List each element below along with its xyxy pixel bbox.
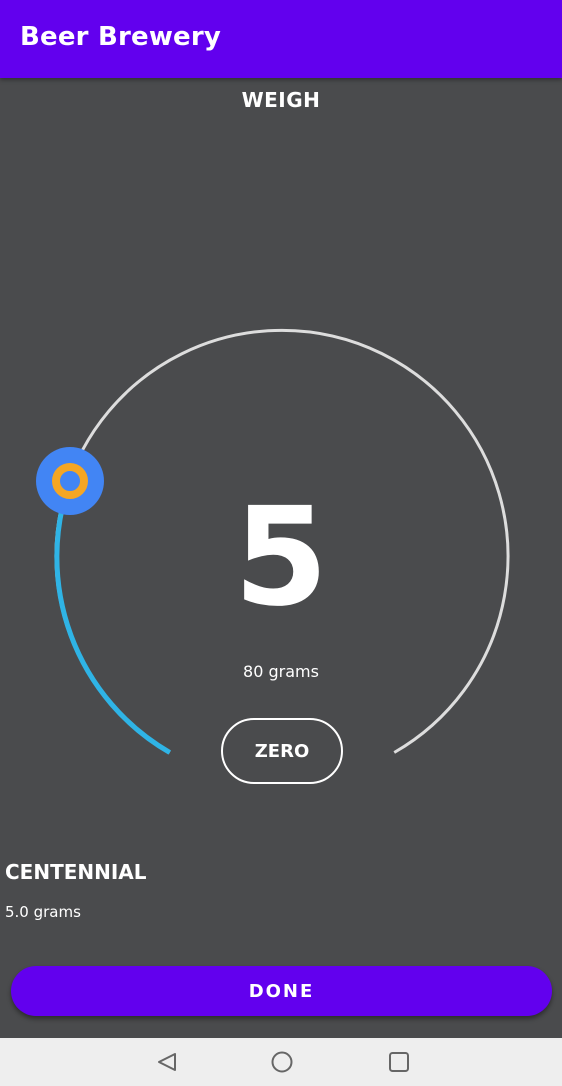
done-button[interactable]: DONE bbox=[11, 966, 552, 1016]
app-title: Beer Brewery bbox=[20, 22, 222, 52]
app-bar: Beer Brewery bbox=[0, 0, 562, 78]
recents-square-icon[interactable] bbox=[385, 1050, 413, 1074]
home-circle-icon[interactable] bbox=[268, 1050, 296, 1074]
ingredient-name: CENTENNIAL bbox=[5, 860, 147, 884]
zero-button[interactable]: ZERO bbox=[221, 718, 343, 784]
weight-reading: 80 grams bbox=[243, 662, 319, 681]
back-triangle-icon[interactable] bbox=[154, 1050, 182, 1074]
weight-value: 5 bbox=[233, 479, 329, 637]
screen-title: WEIGH bbox=[241, 88, 321, 112]
system-nav-bar bbox=[0, 1038, 562, 1086]
ingredient-amount: 5.0 grams bbox=[5, 903, 81, 921]
